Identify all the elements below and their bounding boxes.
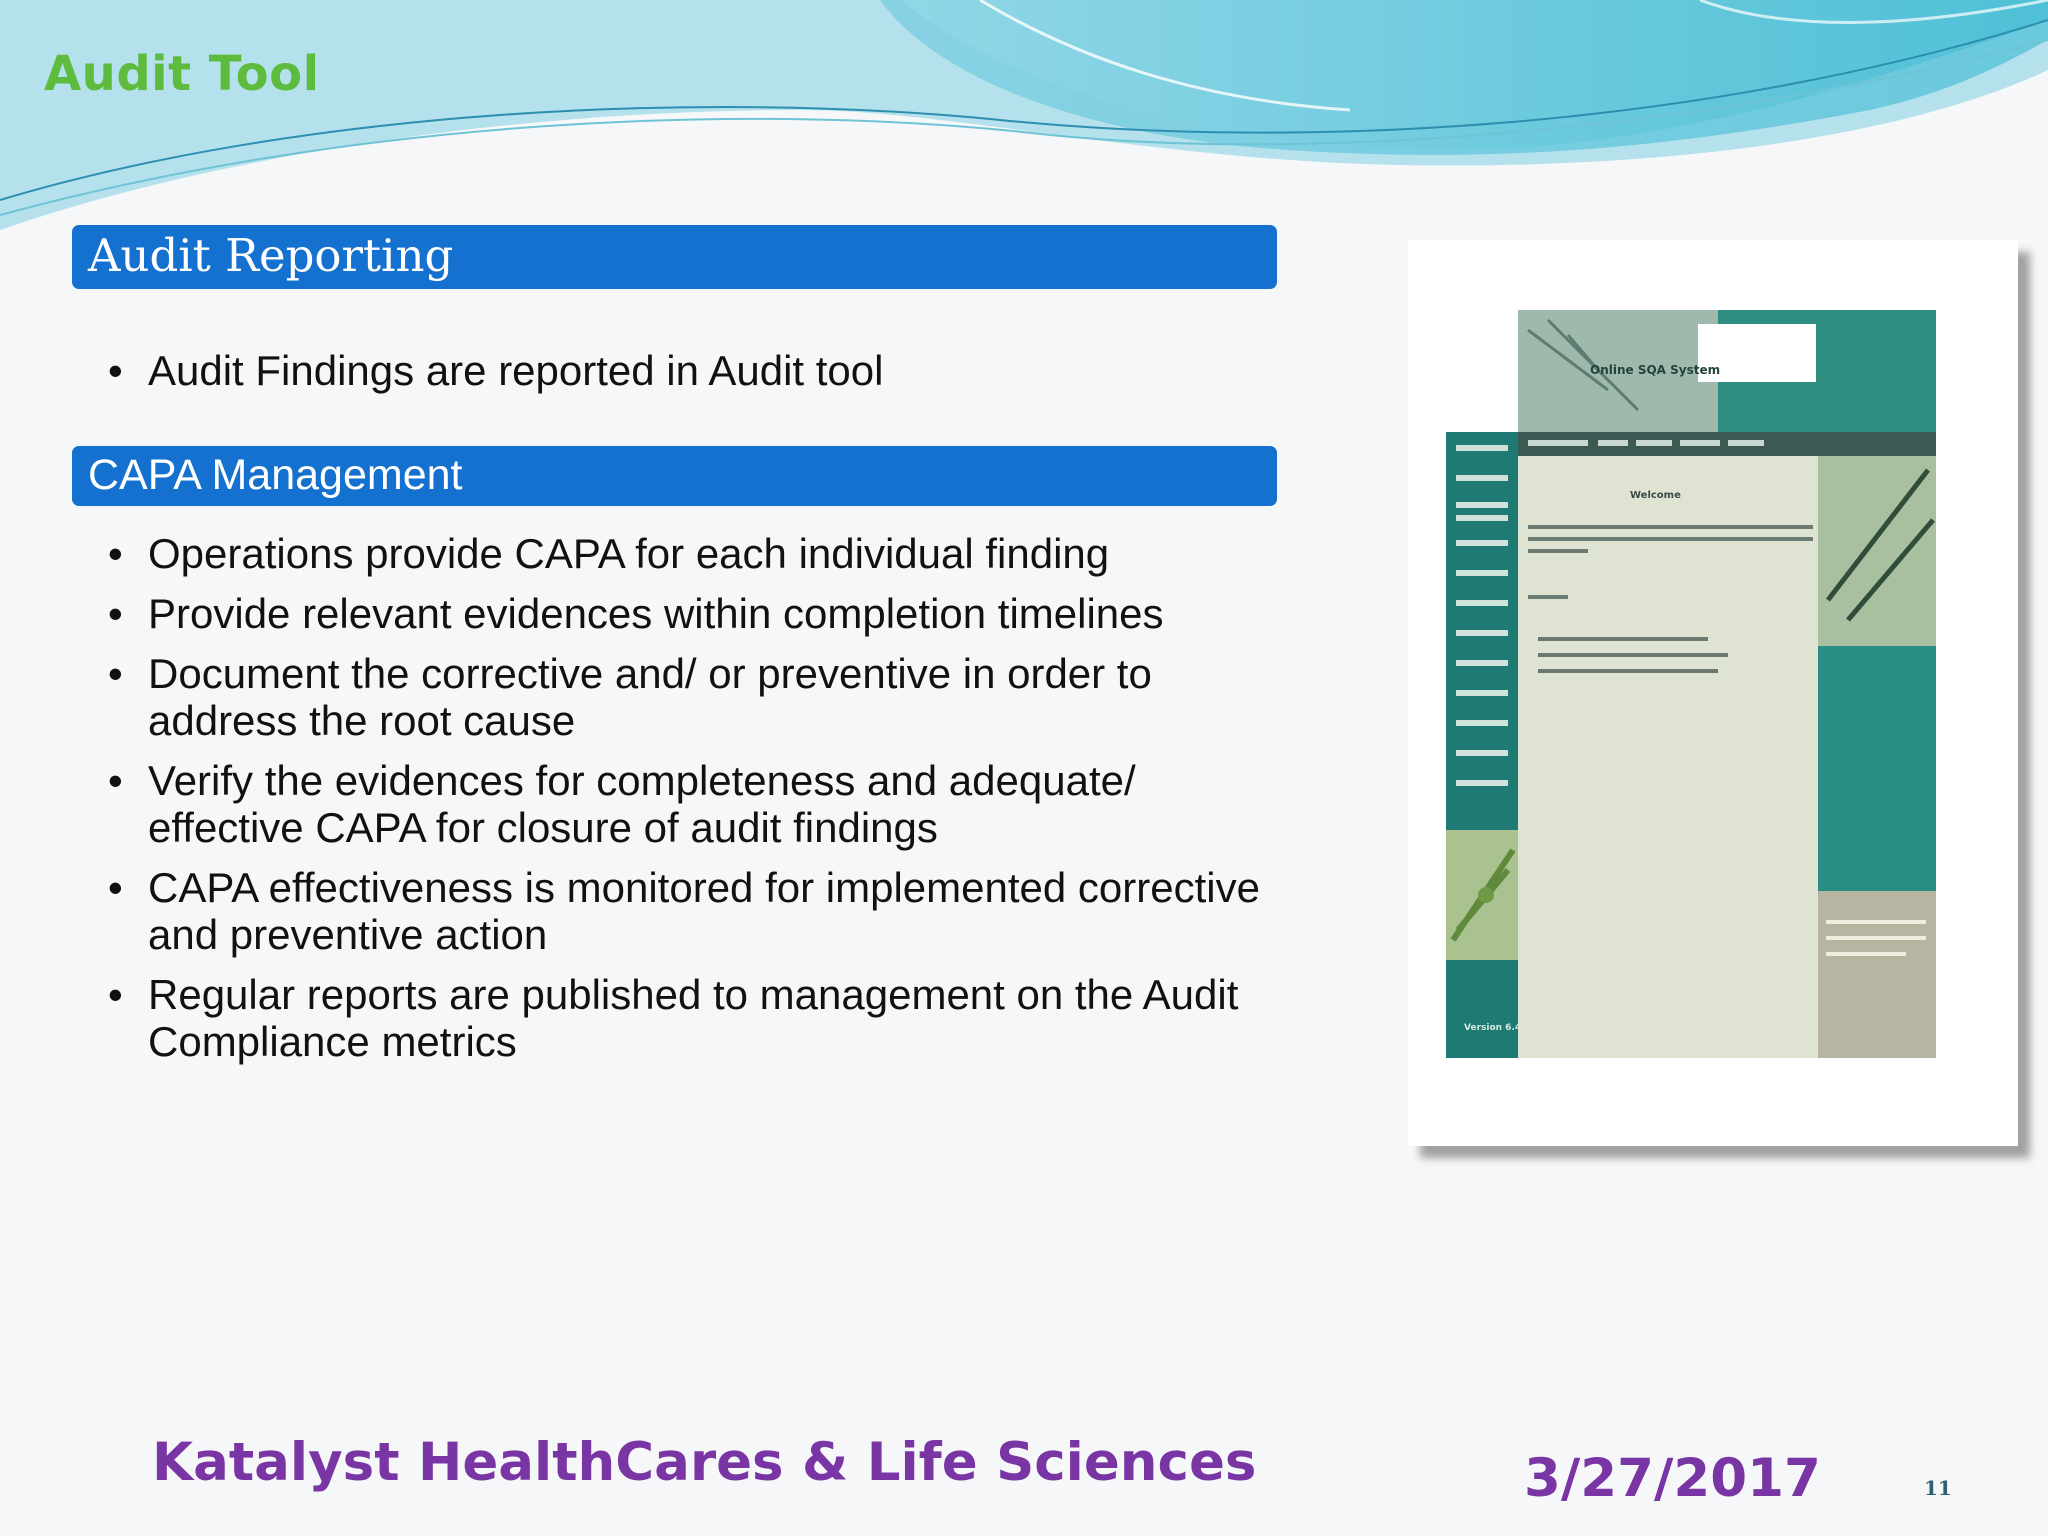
- footer-company-name: Katalyst HealthCares & Life Sciences: [152, 1432, 1257, 1493]
- bullet-item: Audit Findings are reported in Audit too…: [106, 347, 1286, 394]
- audit-tool-screenshot: Online SQA System Version 6.4 Welcome: [1408, 240, 2018, 1146]
- bullet-item: Verify the evidences for completeness an…: [106, 757, 1286, 851]
- bullet-item: CAPA effectiveness is monitored for impl…: [106, 864, 1286, 958]
- bullet-item: Provide relevant evidences within comple…: [106, 590, 1286, 637]
- header-wave-decoration: [0, 0, 2048, 230]
- slide: Audit Tool Audit Reporting Audit Finding…: [0, 0, 2048, 1536]
- section-header-audit-reporting: Audit Reporting: [72, 225, 1277, 289]
- section-header-capa-management: CAPA Management: [72, 446, 1277, 506]
- screenshot-welcome-heading: Welcome: [1630, 490, 1681, 501]
- page-number: 11: [1924, 1476, 1952, 1500]
- audit-tool-screenshot-image: Online SQA System Version 6.4 Welcome: [1446, 310, 1936, 1058]
- screenshot-version-label: Version 6.4: [1464, 1023, 1521, 1033]
- bullet-item: Document the corrective and/ or preventi…: [106, 650, 1286, 744]
- bullet-item: Regular reports are published to managem…: [106, 971, 1286, 1065]
- slide-title: Audit Tool: [44, 46, 320, 102]
- screenshot-banner-title: Online SQA System: [1590, 363, 1720, 377]
- footer-date: 3/27/2017: [1524, 1448, 1821, 1509]
- bullet-item: Operations provide CAPA for each individ…: [106, 530, 1286, 577]
- capa-management-bullet-list: Operations provide CAPA for each individ…: [106, 530, 1286, 1078]
- audit-reporting-bullet-list: Audit Findings are reported in Audit too…: [106, 347, 1286, 407]
